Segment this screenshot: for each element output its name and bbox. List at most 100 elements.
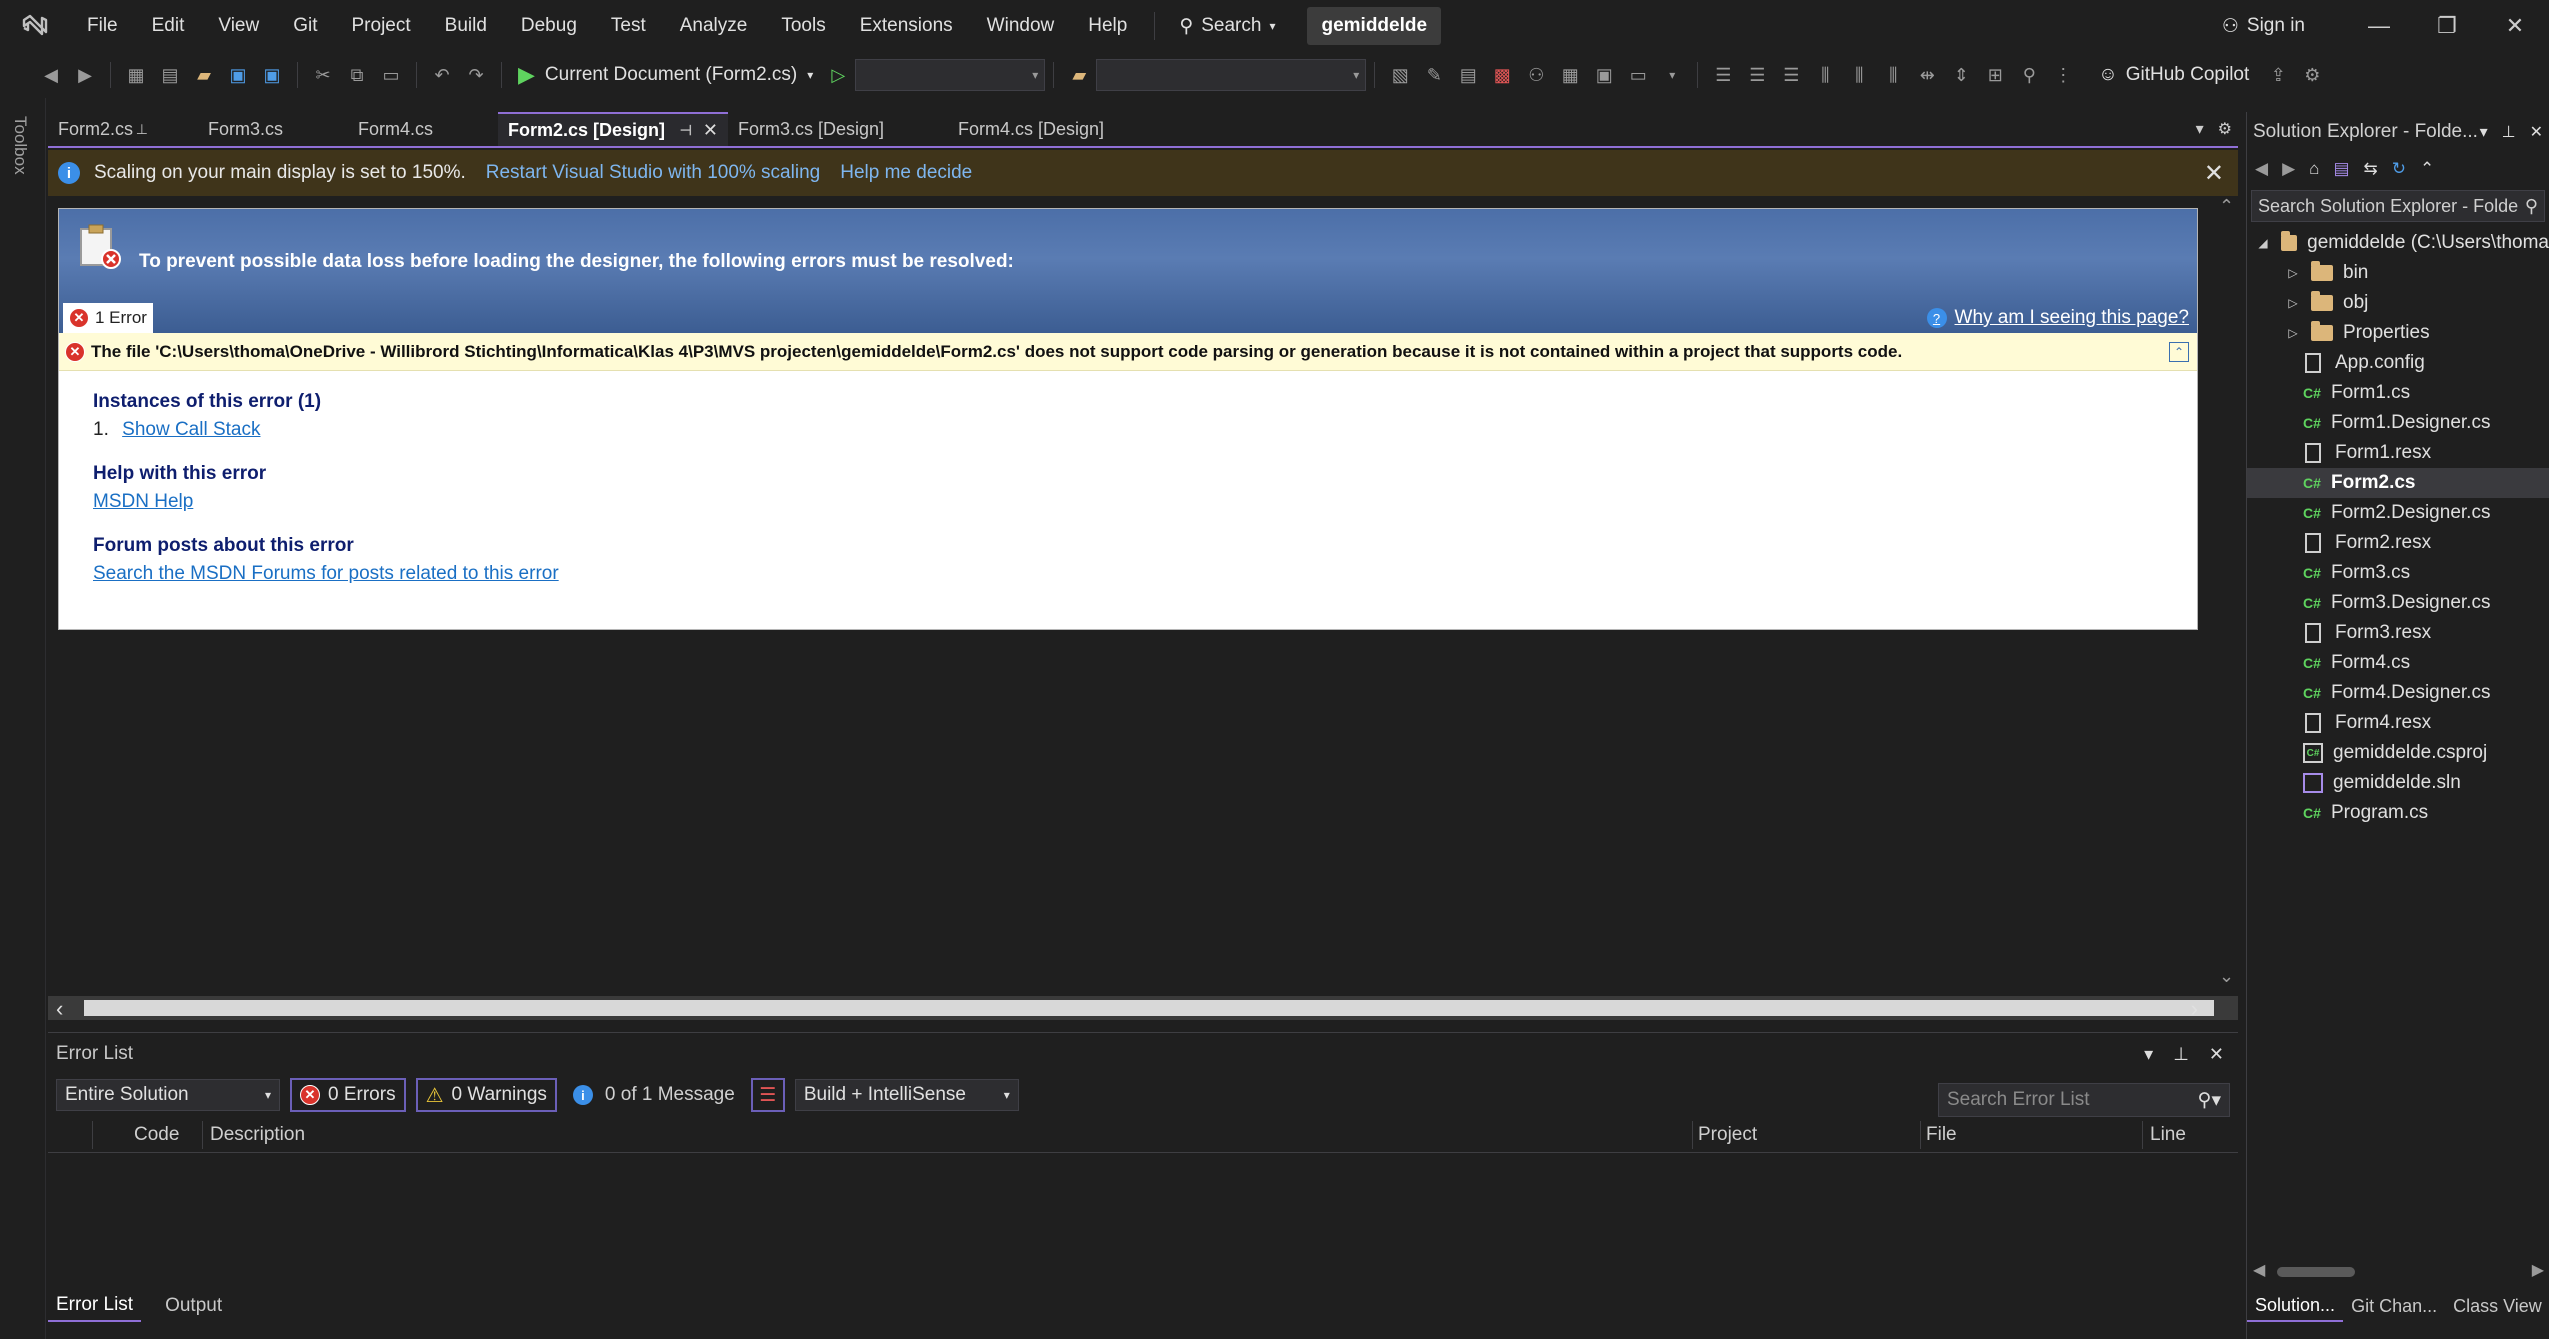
expand-arrow-icon[interactable]: ▷ <box>2285 296 2301 310</box>
back-icon[interactable]: ◀ <box>36 60 66 90</box>
warnings-filter-button[interactable]: ⚠ 0 Warnings <box>415 1078 557 1112</box>
settings-gear-icon[interactable]: ⚙ <box>2218 119 2232 139</box>
tree-item[interactable]: C# Form4.cs <box>2247 648 2549 678</box>
tab-list-chevron-icon[interactable]: ▾ <box>2196 119 2204 139</box>
paste-icon[interactable]: ▭ <box>376 60 406 90</box>
copy-icon[interactable]: ⧉ <box>342 60 372 90</box>
sign-in-button[interactable]: ⚇ Sign in <box>2222 15 2345 38</box>
menu-git[interactable]: Git <box>276 0 334 52</box>
scroll-up-icon[interactable]: ⌃ <box>2219 196 2234 217</box>
toolbox-tab[interactable]: Toolbox <box>10 116 30 175</box>
tab-form4-cs[interactable]: Form4.cs <box>348 112 498 146</box>
close-icon[interactable]: ✕ <box>2209 1044 2224 1065</box>
terminal-icon[interactable]: ▭ <box>1623 60 1653 90</box>
home-icon[interactable]: ⌂ <box>2309 159 2319 179</box>
menu-edit[interactable]: Edit <box>135 0 202 52</box>
messages-filter-button[interactable]: i 0 of 1 Message <box>567 1084 741 1106</box>
pin-icon[interactable]: ⊣ <box>680 122 692 139</box>
save-all-icon[interactable]: ▣ <box>257 60 287 90</box>
toolbox-icon[interactable]: ▩ <box>1487 60 1517 90</box>
menu-debug[interactable]: Debug <box>504 0 594 52</box>
close-tab-icon[interactable]: ✕ <box>703 120 718 141</box>
column-header-line[interactable]: Line <box>2150 1124 2186 1146</box>
tab-git-changes[interactable]: Git Chan... <box>2343 1292 2445 1321</box>
scope-dropdown[interactable]: Entire Solution ▾ <box>56 1079 280 1111</box>
tree-item[interactable]: Form2.resx <box>2247 528 2549 558</box>
server-explorer-icon[interactable]: ▤ <box>1453 60 1483 90</box>
pin-icon[interactable]: ⊥ <box>136 121 148 138</box>
start-debugging-button[interactable]: ▶ Current Document (Form2.cs) ▾ <box>510 62 821 88</box>
scroll-right-icon[interactable]: ▶ <box>2532 1260 2544 1280</box>
msdn-help-link[interactable]: MSDN Help <box>93 491 2163 513</box>
column-header-project[interactable]: Project <box>1698 1124 1757 1146</box>
close-infobar-icon[interactable]: ✕ <box>2204 159 2224 188</box>
redo-icon[interactable]: ↷ <box>461 60 491 90</box>
help-me-decide-link[interactable]: Help me decide <box>840 162 972 184</box>
settings-icon[interactable]: ⚙ <box>2297 60 2327 90</box>
tree-item[interactable]: C# Program.cs <box>2247 798 2549 828</box>
close-icon[interactable]: ✕ <box>2530 122 2543 142</box>
align-top-icon[interactable]: ⫼ <box>1810 60 1840 90</box>
align-right-icon[interactable]: ☰ <box>1776 60 1806 90</box>
tree-item[interactable]: ▷ Properties <box>2247 318 2549 348</box>
menu-analyze[interactable]: Analyze <box>663 0 765 52</box>
horizontal-scrollbar[interactable]: ‹ › <box>48 996 2238 1021</box>
tree-item[interactable]: gemiddelde.sln <box>2247 768 2549 798</box>
scroll-left-icon[interactable]: ◀ <box>2253 1260 2265 1280</box>
add-item-icon[interactable]: ▤ <box>155 60 185 90</box>
scrollbar-thumb[interactable] <box>2277 1267 2355 1277</box>
tree-item[interactable]: App.config <box>2247 348 2549 378</box>
tree-item[interactable]: C# gemiddelde.csproj <box>2247 738 2549 768</box>
collapse-arrow-icon[interactable]: ◢ <box>2257 236 2269 250</box>
pin-icon[interactable]: ⊥ <box>2502 122 2516 142</box>
menu-file[interactable]: File <box>70 0 135 52</box>
refresh-icon[interactable]: ↻ <box>2392 159 2406 179</box>
tab-form3-cs[interactable]: Form3.cs <box>198 112 348 146</box>
tree-item[interactable]: Form1.resx <box>2247 438 2549 468</box>
close-window-button[interactable]: ✕ <box>2481 0 2549 52</box>
menu-view[interactable]: View <box>201 0 276 52</box>
error-count-tab[interactable]: ✕ 1 Error <box>63 303 153 333</box>
expand-arrow-icon[interactable]: ▷ <box>2285 326 2301 340</box>
tab-output[interactable]: Output <box>157 1291 230 1321</box>
visual-studio-logo-icon[interactable] <box>14 9 58 43</box>
show-call-stack-link[interactable]: Show Call Stack <box>122 419 260 440</box>
solution-name-badge[interactable]: gemiddelde <box>1307 7 1442 45</box>
align-left-icon[interactable]: ☰ <box>1708 60 1738 90</box>
tree-item[interactable]: C# Form1.Designer.cs <box>2247 408 2549 438</box>
scrollbar-thumb[interactable] <box>84 1000 2214 1016</box>
back-icon[interactable]: ◀ <box>2255 159 2268 179</box>
undo-icon[interactable]: ↶ <box>427 60 457 90</box>
menu-tools[interactable]: Tools <box>764 0 842 52</box>
tab-class-view[interactable]: Class View <box>2445 1292 2549 1321</box>
chevron-down-icon[interactable]: ▾ <box>2480 122 2488 142</box>
team-icon[interactable]: ⚇ <box>1521 60 1551 90</box>
save-icon[interactable]: ▣ <box>223 60 253 90</box>
menu-test[interactable]: Test <box>594 0 663 52</box>
find-in-files-icon[interactable]: ▰ <box>1064 60 1094 90</box>
tree-item[interactable]: ▷ obj <box>2247 288 2549 318</box>
restore-button[interactable]: ❐ <box>2413 0 2481 52</box>
tree-item[interactable]: C# Form4.Designer.cs <box>2247 678 2549 708</box>
chevron-down-icon[interactable]: ▾ <box>1657 60 1687 90</box>
menu-project[interactable]: Project <box>335 0 428 52</box>
align-middle-icon[interactable]: ⫼ <box>1844 60 1874 90</box>
tab-form2-cs[interactable]: Form2.cs ⊥ <box>48 112 198 146</box>
chevron-down-icon[interactable]: ▾ <box>2144 1044 2153 1065</box>
build-intellisense-dropdown[interactable]: Build + IntelliSense ▾ <box>794 1079 1019 1111</box>
column-header-file[interactable]: File <box>1926 1124 1957 1146</box>
tab-form3-design[interactable]: Form3.cs [Design] <box>728 112 948 146</box>
tree-item[interactable]: C# Form3.cs <box>2247 558 2549 588</box>
zoom-icon[interactable]: ⚲ <box>2014 60 2044 90</box>
tab-order-icon[interactable]: ▧ <box>1385 60 1415 90</box>
make-same-size-icon[interactable]: ⇕ <box>1946 60 1976 90</box>
platform-combo[interactable]: ▾ <box>1096 59 1367 91</box>
tab-error-list[interactable]: Error List <box>48 1290 142 1322</box>
open-folder-icon[interactable]: ▰ <box>189 60 219 90</box>
tree-item[interactable]: C# Form3.Designer.cs <box>2247 588 2549 618</box>
tab-solution-explorer[interactable]: Solution... <box>2247 1291 2344 1322</box>
switch-views-icon[interactable]: ▤ <box>2333 159 2349 179</box>
menu-window[interactable]: Window <box>970 0 1072 52</box>
error-list-search-input[interactable]: Search Error List ⚲▾ <box>1938 1083 2230 1117</box>
solution-explorer-search-input[interactable]: Search Solution Explorer - Folde ⚲ <box>2251 190 2545 222</box>
